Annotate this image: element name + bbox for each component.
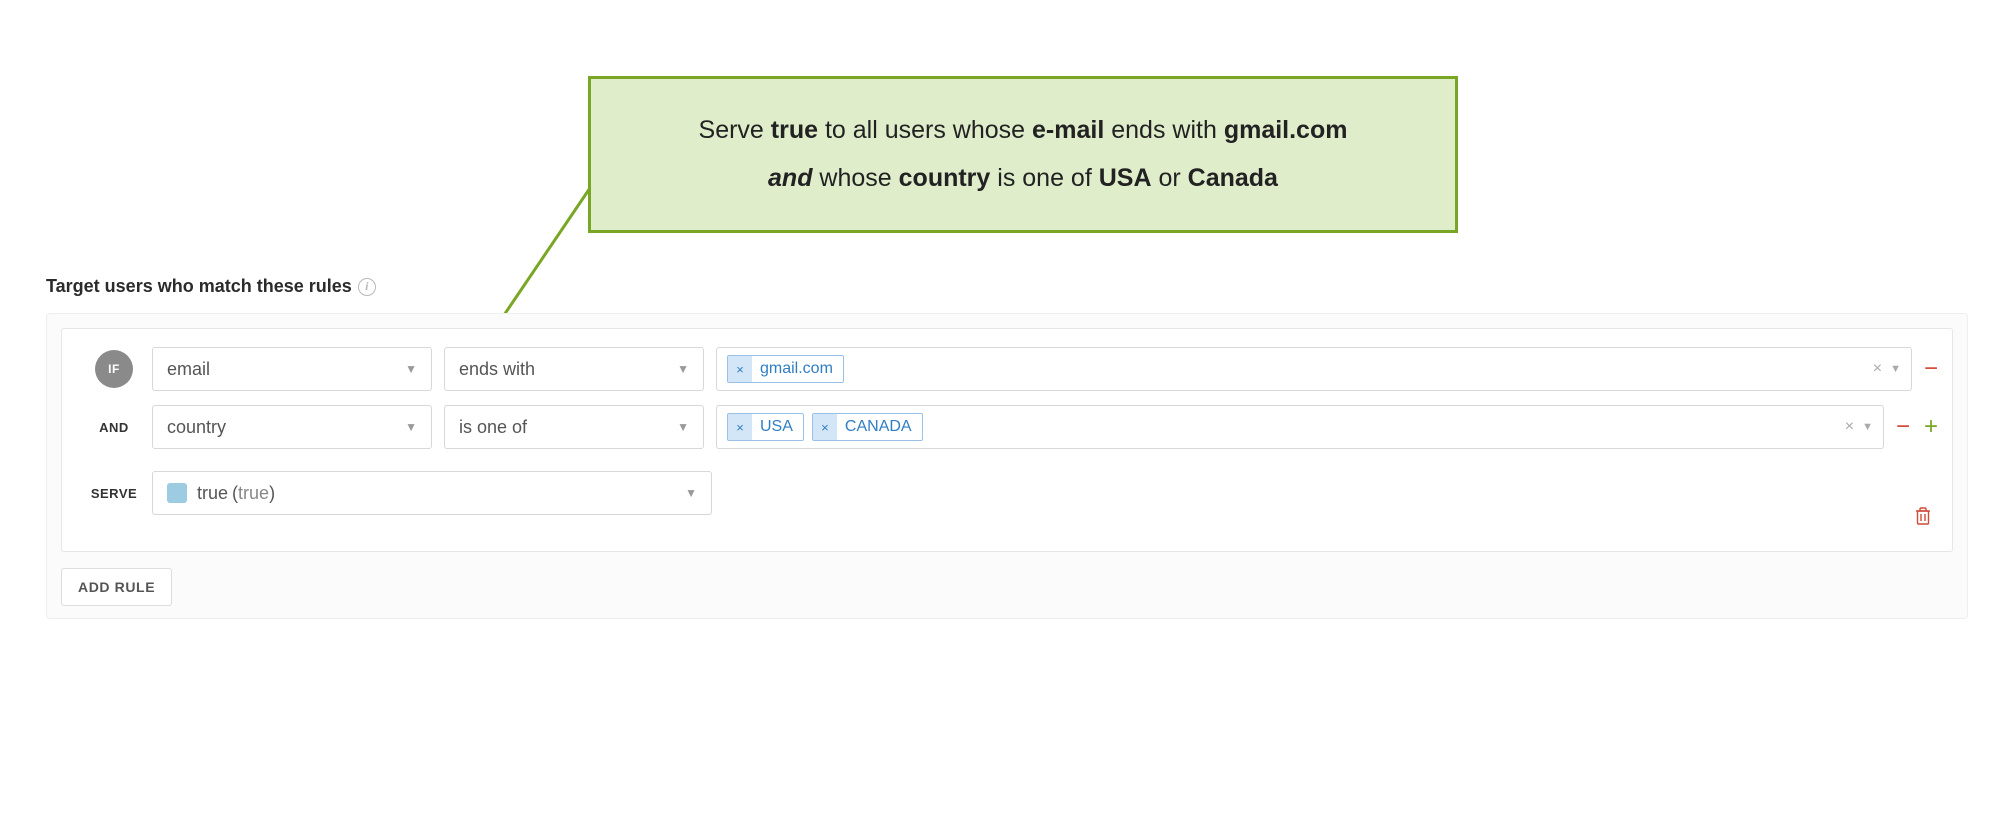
add-clause-icon[interactable]: +	[1924, 413, 1938, 441]
operator-value: is one of	[459, 417, 527, 438]
callout-bold-usa: USA	[1099, 164, 1152, 192]
callout-text: Serve	[699, 116, 771, 144]
callout-bold-email: e-mail	[1032, 116, 1104, 144]
tag-label: CANADA	[845, 418, 912, 436]
operator-select[interactable]: ends with ▼	[444, 347, 704, 391]
callout-text: whose	[819, 164, 898, 192]
callout-and: and	[768, 164, 819, 192]
value-tag: × gmail.com	[727, 355, 844, 383]
values-input[interactable]: × gmail.com × ▼	[716, 347, 1912, 391]
section-title: Target users who match these rules i	[46, 276, 1968, 297]
clause-row: IF email ▼ ends with ▼ × gmail.com ×	[76, 347, 1938, 391]
tag-label: gmail.com	[760, 360, 833, 378]
clear-all-icon[interactable]: ×	[1873, 360, 1882, 378]
callout-text: is one of	[990, 164, 1098, 192]
callout-bold-country: country	[899, 164, 991, 192]
values-input[interactable]: × USA × CANADA × ▼	[716, 405, 1884, 449]
serve-row: SERVE true (true) ▼	[76, 471, 1938, 515]
clear-all-icon[interactable]: ×	[1845, 418, 1854, 436]
serve-variation-label: true	[197, 483, 228, 504]
attribute-value: country	[167, 417, 226, 438]
serve-label: SERVE	[91, 486, 137, 501]
variation-swatch	[167, 483, 187, 503]
delete-rule-icon[interactable]	[1914, 506, 1932, 531]
section-title-text: Target users who match these rules	[46, 276, 352, 297]
annotation-callout: Serve true to all users whose e-mail end…	[588, 76, 1458, 233]
callout-text: ends with	[1104, 116, 1224, 144]
and-label: AND	[99, 420, 129, 435]
if-badge: IF	[95, 350, 133, 388]
chevron-down-icon[interactable]: ▼	[1862, 421, 1873, 433]
remove-tag-icon[interactable]: ×	[813, 414, 837, 440]
clause-row: AND country ▼ is one of ▼ × USA ×	[76, 405, 1938, 449]
remove-tag-icon[interactable]: ×	[728, 414, 752, 440]
attribute-select[interactable]: email ▼	[152, 347, 432, 391]
operator-select[interactable]: is one of ▼	[444, 405, 704, 449]
remove-clause-icon[interactable]: −	[1896, 413, 1910, 441]
value-tag: × CANADA	[812, 413, 923, 441]
rule-card: IF email ▼ ends with ▼ × gmail.com ×	[61, 328, 1953, 552]
rules-panel: IF email ▼ ends with ▼ × gmail.com ×	[46, 313, 1968, 619]
chevron-down-icon: ▼	[405, 420, 417, 434]
add-rule-button[interactable]: ADD RULE	[61, 568, 172, 606]
serve-variation-select[interactable]: true (true) ▼	[152, 471, 712, 515]
chevron-down-icon: ▼	[405, 362, 417, 376]
tag-label: USA	[760, 418, 793, 436]
callout-bold-canada: Canada	[1188, 164, 1278, 192]
callout-text: to all users whose	[818, 116, 1032, 144]
chevron-down-icon[interactable]: ▼	[1890, 363, 1901, 375]
chevron-down-icon: ▼	[685, 486, 697, 500]
callout-bold-gmail: gmail.com	[1224, 116, 1348, 144]
value-tag: × USA	[727, 413, 804, 441]
operator-value: ends with	[459, 359, 535, 380]
remove-clause-icon[interactable]: −	[1924, 355, 1938, 383]
attribute-value: email	[167, 359, 210, 380]
chevron-down-icon: ▼	[677, 362, 689, 376]
serve-variation-value: true	[238, 483, 269, 504]
attribute-select[interactable]: country ▼	[152, 405, 432, 449]
chevron-down-icon: ▼	[677, 420, 689, 434]
info-icon[interactable]: i	[358, 278, 376, 296]
callout-text: or	[1152, 164, 1188, 192]
remove-tag-icon[interactable]: ×	[728, 356, 752, 382]
callout-bold-true: true	[771, 116, 818, 144]
